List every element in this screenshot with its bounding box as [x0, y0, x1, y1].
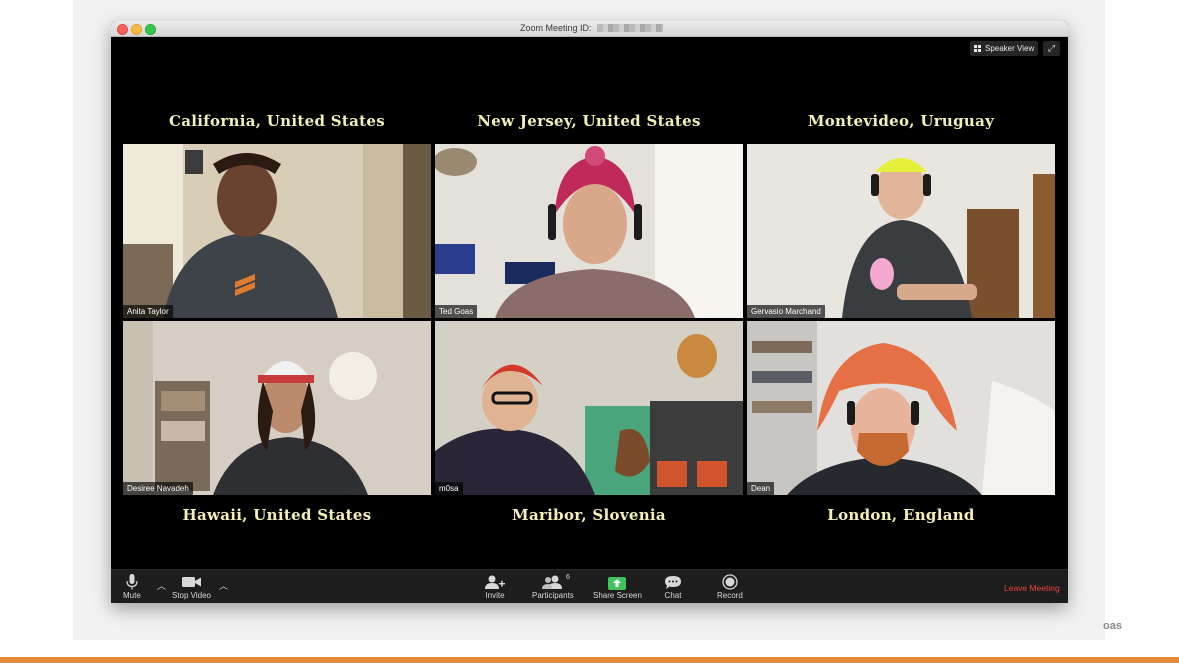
video-tile-1[interactable]: Anita Taylor [123, 144, 431, 318]
record-button[interactable]: Record [717, 573, 743, 600]
share-screen-icon [608, 573, 627, 591]
stop-video-label: Stop Video [172, 591, 211, 600]
location-label-3: Montevideo, Uruguay [807, 112, 995, 130]
participants-label: Participants [532, 591, 574, 600]
chat-bubble-icon [664, 573, 682, 591]
location-label-4: Hawaii, United States [182, 506, 372, 524]
participant-video [435, 144, 743, 318]
add-person-icon [485, 573, 505, 591]
video-camera-icon [181, 573, 202, 591]
minimize-window-button[interactable] [131, 24, 142, 35]
participant-video [747, 144, 1055, 318]
window-title-text: Zoom Meeting ID: [520, 23, 592, 33]
participant-name-tag: Desiree Navadeh [123, 482, 193, 495]
zoom-window-button[interactable] [145, 24, 156, 35]
gallery-grid-icon [974, 45, 981, 52]
slide-corner-text: oas [1103, 620, 1122, 632]
participant-name-tag: m0sa [435, 482, 463, 495]
title-bar: Zoom Meeting ID: [111, 21, 1068, 37]
location-label-1: California, United States [169, 112, 385, 130]
invite-label: Invite [485, 591, 505, 600]
share-screen-button[interactable]: Share Screen [593, 573, 642, 600]
speaker-view-button[interactable]: Speaker View [970, 41, 1039, 56]
location-label-5: Maribor, Slovenia [512, 506, 666, 524]
participant-name-tag: Dean [747, 482, 775, 495]
mute-button[interactable]: Mute [123, 573, 141, 600]
stop-video-button[interactable]: Stop Video [172, 573, 211, 600]
record-icon [722, 573, 738, 591]
video-tile-3[interactable]: Gervasio Marchand [747, 144, 1055, 318]
participant-video [123, 144, 431, 318]
video-tile-2[interactable]: Ted Goas [435, 144, 743, 318]
close-window-button[interactable] [117, 24, 128, 35]
participant-name-tag: Ted Goas [435, 305, 478, 318]
video-tile-5[interactable]: m0sa [435, 321, 743, 495]
location-label-2: New Jersey, United States [477, 112, 701, 130]
zoom-window: Zoom Meeting ID: Speaker View ⤢ Californ… [111, 21, 1068, 603]
participants-icon [541, 573, 564, 591]
share-screen-label: Share Screen [593, 591, 642, 600]
chat-label: Chat [664, 591, 682, 600]
fullscreen-button[interactable]: ⤢ [1043, 41, 1060, 56]
video-options-chevron-icon[interactable]: ︿ [219, 579, 228, 592]
video-tile-4[interactable]: Desiree Navadeh [123, 321, 431, 495]
invite-button[interactable]: Invite [485, 573, 505, 600]
meeting-id-redacted [596, 24, 663, 32]
participant-video [747, 321, 1055, 495]
microphone-icon [126, 573, 138, 591]
audio-options-chevron-icon[interactable]: ︿ [157, 579, 166, 592]
expand-icon: ⤢ [1047, 43, 1056, 53]
location-label-6: London, England [827, 506, 975, 524]
participants-count-badge: 6 [566, 574, 570, 581]
chat-button[interactable]: Chat [664, 573, 682, 600]
speaker-view-label: Speaker View [985, 44, 1035, 53]
participant-name-tag: Anita Taylor [123, 305, 173, 318]
window-title: Zoom Meeting ID: [520, 23, 663, 33]
mute-label: Mute [123, 591, 141, 600]
participant-video [435, 321, 743, 495]
participant-name-tag: Gervasio Marchand [747, 305, 825, 318]
participant-video [123, 321, 431, 495]
slide-accent-bar [0, 657, 1179, 663]
video-tile-6[interactable]: Dean [747, 321, 1055, 495]
record-label: Record [717, 591, 743, 600]
meeting-toolbar: Mute ︿ Stop Video ︿ Invite Participants … [111, 569, 1068, 603]
leave-meeting-button[interactable]: Leave Meeting [1004, 583, 1060, 593]
